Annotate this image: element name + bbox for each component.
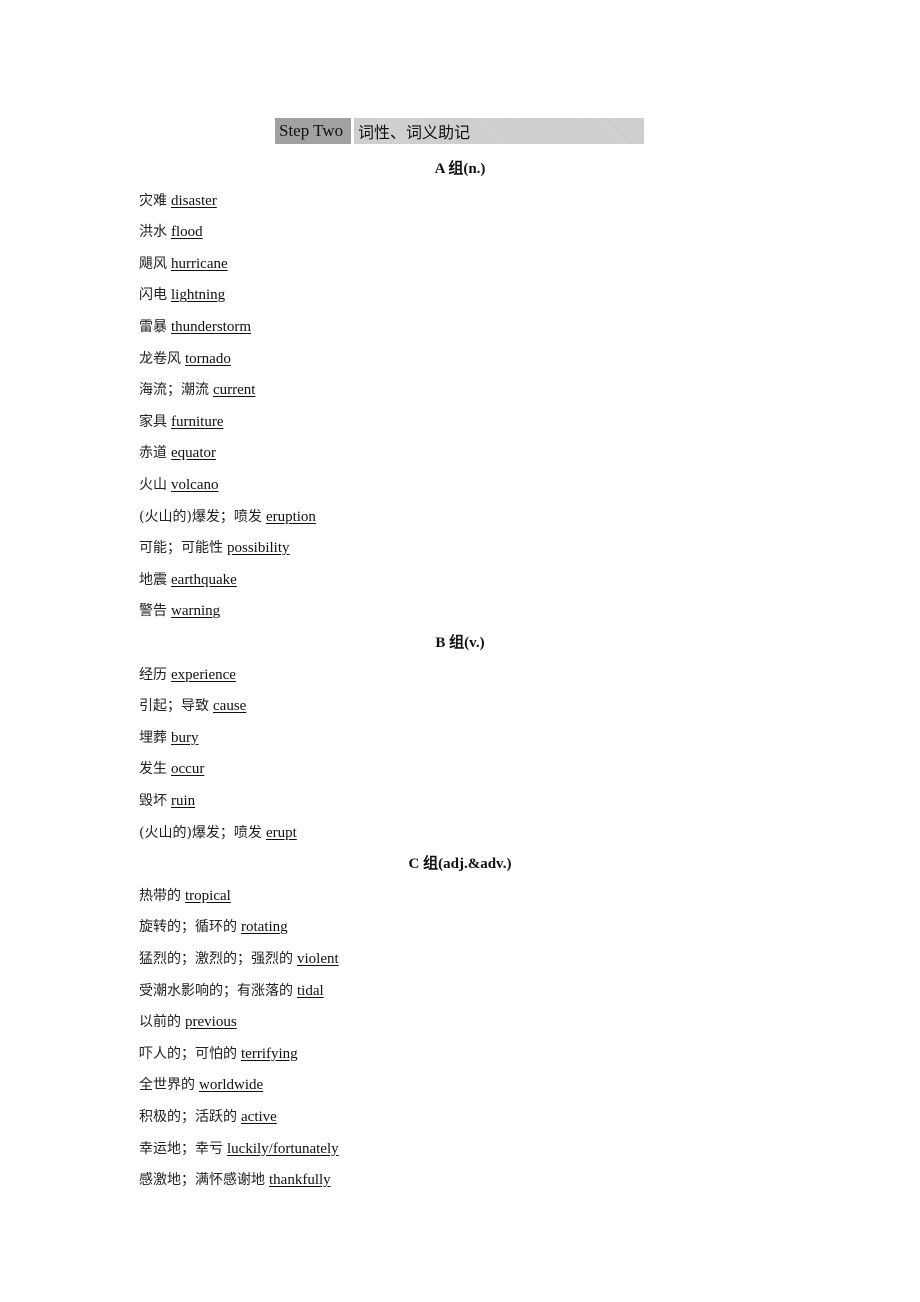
vocab-entry: 幸运地；幸亏 luckily/fortunately [139,1138,339,1160]
step-label: Step Two [275,118,351,144]
chinese-meaning: (火山的)爆发；喷发 [139,824,262,841]
english-word: tornado [185,350,231,367]
chinese-meaning: 幸运地；幸亏 [139,1140,223,1157]
vocab-entry: 毁坏 ruin [139,790,195,812]
vocab-entry: 赤道 equator [139,442,216,464]
english-word: terrifying [241,1045,298,1062]
english-word: hurricane [171,255,228,272]
english-word: tropical [185,887,231,904]
english-word: eruption [265,508,316,525]
group-title: A 组(n.) [434,161,486,177]
english-word: thunderstorm [171,319,251,335]
vocab-entry: 可能；可能性 possibility [139,537,290,559]
english-word: luckily/fortunately [227,1140,339,1157]
chinese-meaning: 埋葬 [139,729,167,746]
chinese-meaning: 飓风 [139,255,167,272]
chinese-meaning: 引起；导致 [139,698,209,715]
vocab-entry: 洪水 flood [139,221,203,243]
english-word: furniture [171,413,224,430]
english-word: earthquake [171,571,237,588]
chinese-meaning: 受潮水影响的；有涨落的 [139,982,293,999]
chinese-meaning: 火山 [139,477,167,493]
vocab-entry: 引起；导致 cause [139,695,246,717]
english-word: experience [171,666,236,683]
chinese-meaning: 灾难 [139,192,167,209]
chinese-meaning: 猛烈的；激烈的；强烈的 [139,951,293,967]
english-word: lightning [171,287,226,304]
vocab-entry: 飓风 hurricane [139,253,228,275]
chinese-meaning: 赤道 [139,445,167,462]
english-word: disaster [171,192,217,209]
vocab-entry: 埋葬 bury [139,727,199,749]
english-word: thankfully [269,1172,331,1189]
vocab-entry: (火山的)爆发；喷发 eruption [139,506,316,528]
chinese-meaning: 积极的；活跃的 [139,1109,237,1125]
english-word: warning [171,603,221,620]
chinese-meaning: 全世界的 [139,1077,195,1094]
english-word: tidal [297,982,324,999]
english-word: occur [171,761,205,778]
vocab-entry: 以前的 previous [139,1011,237,1033]
chinese-meaning: 发生 [139,761,167,778]
english-word: previous [185,1014,237,1031]
vocab-entry: 感激地；满怀感谢地 thankfully [139,1169,331,1191]
step-header: Step Two 词性、词义助记 [275,118,644,144]
vocab-entry: 受潮水影响的；有涨落的 tidal [139,980,324,1002]
vocab-entry: 猛烈的；激烈的；强烈的 violent [139,948,339,970]
vocab-entry: 火山 volcano [139,474,218,496]
english-word: worldwide [199,1077,264,1094]
vocab-entry: 热带的 tropical [139,885,231,907]
chinese-meaning: 海流；潮流 [139,382,209,399]
group-title: C 组(adj.&adv.) [408,856,512,873]
chinese-meaning: 警告 [139,603,167,620]
chinese-meaning: 龙卷风 [139,350,181,367]
english-word: ruin [171,793,196,809]
vocab-entry: 旋转的；循环的 rotating [139,916,288,938]
chinese-meaning: (火山的)爆发；喷发 [139,508,262,525]
vocab-entry: (火山的)爆发；喷发 erupt [139,822,297,844]
vocab-entry: 地震 earthquake [139,569,237,591]
english-word: erupt [265,824,297,841]
vocab-entry: 全世界的 worldwide [139,1074,263,1096]
chinese-meaning: 闪电 [139,287,167,304]
english-word: current [213,382,256,399]
chinese-meaning: 家具 [139,413,167,430]
chinese-meaning: 雷暴 [139,319,167,335]
group-title: B 组(v.) [435,635,485,651]
step-title: 词性、词义助记 [354,118,644,144]
document-page: Step Two 词性、词义助记 A 组(n.) 灾难 disaster 洪水 floo… [0,0,920,1302]
vocab-entry: 龙卷风 tornado [139,348,231,370]
vocab-entry: 雷暴 thunderstorm [139,316,251,338]
vocab-entry: 海流；潮流 current [139,379,255,401]
chinese-meaning: 热带的 [139,887,181,904]
vocab-entry: 灾难 disaster [139,190,217,212]
chinese-meaning: 旋转的；循环的 [139,919,237,936]
english-word: cause [213,698,247,715]
english-word: possibility [227,540,290,557]
english-word: violent [297,951,339,967]
vocab-entry: 积极的；活跃的 active [139,1106,277,1128]
vocab-entry: 闪电 lightning [139,284,225,306]
vocab-entry: 发生 occur [139,758,204,780]
chinese-meaning: 地震 [139,571,167,588]
vocab-entry: 家具 furniture [139,411,223,433]
english-word: active [241,1109,277,1125]
english-word: rotating [241,919,288,936]
chinese-meaning: 以前的 [139,1014,181,1031]
chinese-meaning: 经历 [139,666,167,683]
english-word: volcano [171,477,219,493]
vocab-entry: 警告 warning [139,600,220,622]
chinese-meaning: 可能；可能性 [139,540,223,557]
english-word: equator [171,445,216,462]
vocab-entry: 经历 experience [139,664,236,686]
chinese-meaning: 毁坏 [139,793,167,809]
chinese-meaning: 洪水 [139,224,167,241]
chinese-meaning: 吓人的；可怕的 [139,1045,237,1062]
chinese-meaning: 感激地；满怀感谢地 [139,1172,265,1189]
english-word: flood [171,224,203,241]
english-word: bury [171,729,199,746]
vocab-entry: 吓人的；可怕的 terrifying [139,1043,298,1065]
